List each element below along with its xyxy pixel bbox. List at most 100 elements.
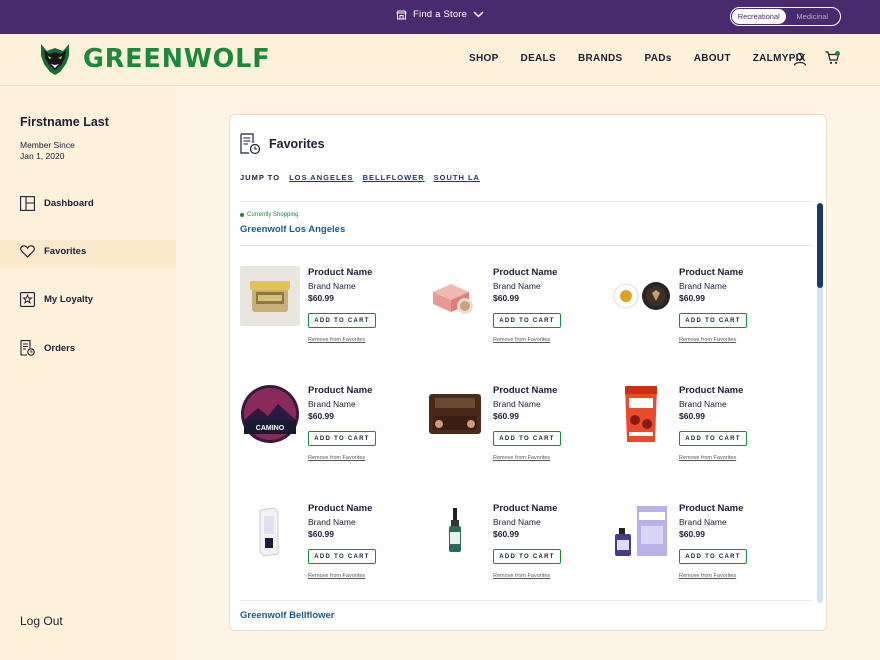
product-name[interactable]: Product Name	[679, 267, 743, 278]
add-to-cart-button[interactable]: ADD TO CART	[679, 313, 747, 328]
orders-icon	[20, 340, 35, 356]
store-heading-los-angeles[interactable]: Greenwolf Los Angeles	[240, 224, 345, 235]
gift-box-icon[interactable]	[425, 266, 485, 326]
product-name[interactable]: Product Name	[679, 385, 743, 396]
product-card: Product Name Brand Name $60.99 ADD TO CA…	[240, 266, 415, 346]
product-brand: Brand Name	[308, 399, 356, 409]
product-name[interactable]: Product Name	[679, 503, 743, 514]
store-heading-bellflower[interactable]: Greenwolf Bellflower	[240, 610, 335, 621]
product-card: Product Name Brand Name $60.99 ADD TO CA…	[425, 384, 600, 464]
scrollbar[interactable]	[817, 203, 823, 603]
remove-favorite-link[interactable]: Remove from Favorites	[308, 337, 365, 343]
remove-favorite-link[interactable]: Remove from Favorites	[308, 573, 365, 579]
product-name[interactable]: Product Name	[308, 385, 372, 396]
cbd-box-icon[interactable]	[611, 502, 671, 562]
remove-favorite-link[interactable]: Remove from Favorites	[679, 337, 736, 343]
user-icon[interactable]	[793, 52, 807, 66]
logout-link[interactable]: Log Out	[20, 614, 63, 628]
add-to-cart-button[interactable]: ADD TO CART	[679, 431, 747, 446]
sidebar-item-label: Orders	[44, 342, 76, 354]
tincture-icon[interactable]	[425, 502, 485, 562]
sidebar-item-loyalty[interactable]: My Loyalty	[20, 292, 93, 307]
product-card: Product Name Brand Name $60.99 ADD TO CA…	[611, 502, 786, 582]
add-to-cart-button[interactable]: ADD TO CART	[679, 549, 747, 564]
favorites-list-icon	[240, 133, 261, 155]
chevron-down-icon	[473, 11, 484, 18]
heart-icon	[20, 245, 35, 258]
vape-box-icon[interactable]	[240, 502, 300, 562]
nav-pads[interactable]: PADs	[645, 53, 672, 64]
product-price: $60.99	[493, 411, 519, 421]
jump-link-south-la[interactable]: SOUTH LA	[434, 173, 480, 182]
jump-link-los-angeles[interactable]: LOS ANGELES	[289, 173, 353, 182]
dashboard-icon	[20, 196, 35, 211]
jump-to-label: JUMP TO	[240, 173, 281, 182]
product-card: Product Name Brand Name $60.99 ADD TO CA…	[425, 266, 600, 346]
sidebar-item-label: Dashboard	[44, 198, 94, 209]
nav-brands[interactable]: BRANDS	[578, 53, 623, 64]
nav-about[interactable]: ABOUT	[694, 53, 731, 64]
divider	[240, 600, 812, 601]
remove-favorite-link[interactable]: Remove from Favorites	[493, 337, 550, 343]
scrollbar-thumb[interactable]	[817, 203, 823, 288]
product-brand: Brand Name	[679, 281, 727, 291]
pouch-icon[interactable]	[425, 384, 485, 444]
product-price: $60.99	[679, 529, 705, 539]
remove-favorite-link[interactable]: Remove from Favorites	[679, 455, 736, 461]
find-store-button[interactable]: Find a Store	[396, 9, 484, 20]
product-brand: Brand Name	[308, 281, 356, 291]
product-name[interactable]: Product Name	[493, 503, 557, 514]
add-to-cart-button[interactable]: ADD TO CART	[308, 431, 376, 446]
sidebar-item-label: Favorites	[44, 246, 87, 257]
product-card: Product Name Brand Name $60.99 ADD TO CA…	[425, 502, 600, 582]
wolf-logo-icon[interactable]	[38, 42, 72, 76]
member-since-date: Jan 1, 2020	[20, 151, 65, 161]
product-price: $60.99	[308, 293, 334, 303]
store-type-toggle[interactable]: Recreational Medicinal	[730, 7, 841, 26]
add-to-cart-button[interactable]: ADD TO CART	[493, 313, 561, 328]
product-name[interactable]: Product Name	[493, 385, 557, 396]
camino-tin-icon[interactable]: CAMINO	[240, 384, 300, 444]
jump-link-bellflower[interactable]: BELLFLOWER	[363, 173, 425, 182]
member-since: Member Since Jan 1, 2020	[20, 140, 75, 162]
bag-icon[interactable]	[611, 384, 671, 444]
jar-icon[interactable]	[240, 266, 300, 326]
product-name[interactable]: Product Name	[308, 503, 372, 514]
product-brand: Brand Name	[493, 281, 541, 291]
main-nav: SHOP DEALS BRANDS PADs ABOUT ZALMYPIX	[469, 53, 806, 64]
nav-deals[interactable]: DEALS	[521, 53, 556, 64]
product-price: $60.99	[493, 529, 519, 539]
add-to-cart-button[interactable]: ADD TO CART	[308, 549, 376, 564]
status-dot	[240, 213, 244, 217]
divider	[240, 245, 812, 246]
product-price: $60.99	[679, 411, 705, 421]
find-store-label: Find a Store	[413, 9, 468, 20]
sidebar-item-dashboard[interactable]: Dashboard	[20, 196, 94, 211]
product-price: $60.99	[493, 293, 519, 303]
nav-shop[interactable]: SHOP	[469, 53, 499, 64]
product-name[interactable]: Product Name	[308, 267, 372, 278]
add-to-cart-button[interactable]: ADD TO CART	[493, 431, 561, 446]
product-brand: Brand Name	[493, 399, 541, 409]
concentrate-icon[interactable]	[611, 266, 671, 326]
toggle-medicinal[interactable]: Medicinal	[786, 9, 840, 24]
sidebar-item-orders[interactable]: Orders	[20, 340, 75, 356]
currently-shopping-badge: Currently Shopping	[240, 212, 298, 218]
remove-favorite-link[interactable]: Remove from Favorites	[679, 573, 736, 579]
favorites-card: Favorites JUMP TO LOS ANGELES BELLFLOWER…	[229, 114, 827, 631]
product-price: $60.99	[308, 529, 334, 539]
logo-text[interactable]: GREENWOLF	[83, 44, 270, 74]
toggle-recreational[interactable]: Recreational	[732, 9, 786, 24]
product-card: Product Name Brand Name $60.99 ADD TO CA…	[240, 502, 415, 582]
product-brand: Brand Name	[493, 517, 541, 527]
remove-favorite-link[interactable]: Remove from Favorites	[308, 455, 365, 461]
remove-favorite-link[interactable]: Remove from Favorites	[493, 455, 550, 461]
sidebar-item-favorites[interactable]: Favorites	[20, 245, 86, 258]
add-to-cart-button[interactable]: ADD TO CART	[493, 549, 561, 564]
member-since-label: Member Since	[20, 140, 75, 150]
remove-favorite-link[interactable]: Remove from Favorites	[493, 573, 550, 579]
add-to-cart-button[interactable]: ADD TO CART	[308, 313, 376, 328]
product-brand: Brand Name	[679, 399, 727, 409]
cart-icon[interactable]	[825, 51, 841, 65]
product-name[interactable]: Product Name	[493, 267, 557, 278]
